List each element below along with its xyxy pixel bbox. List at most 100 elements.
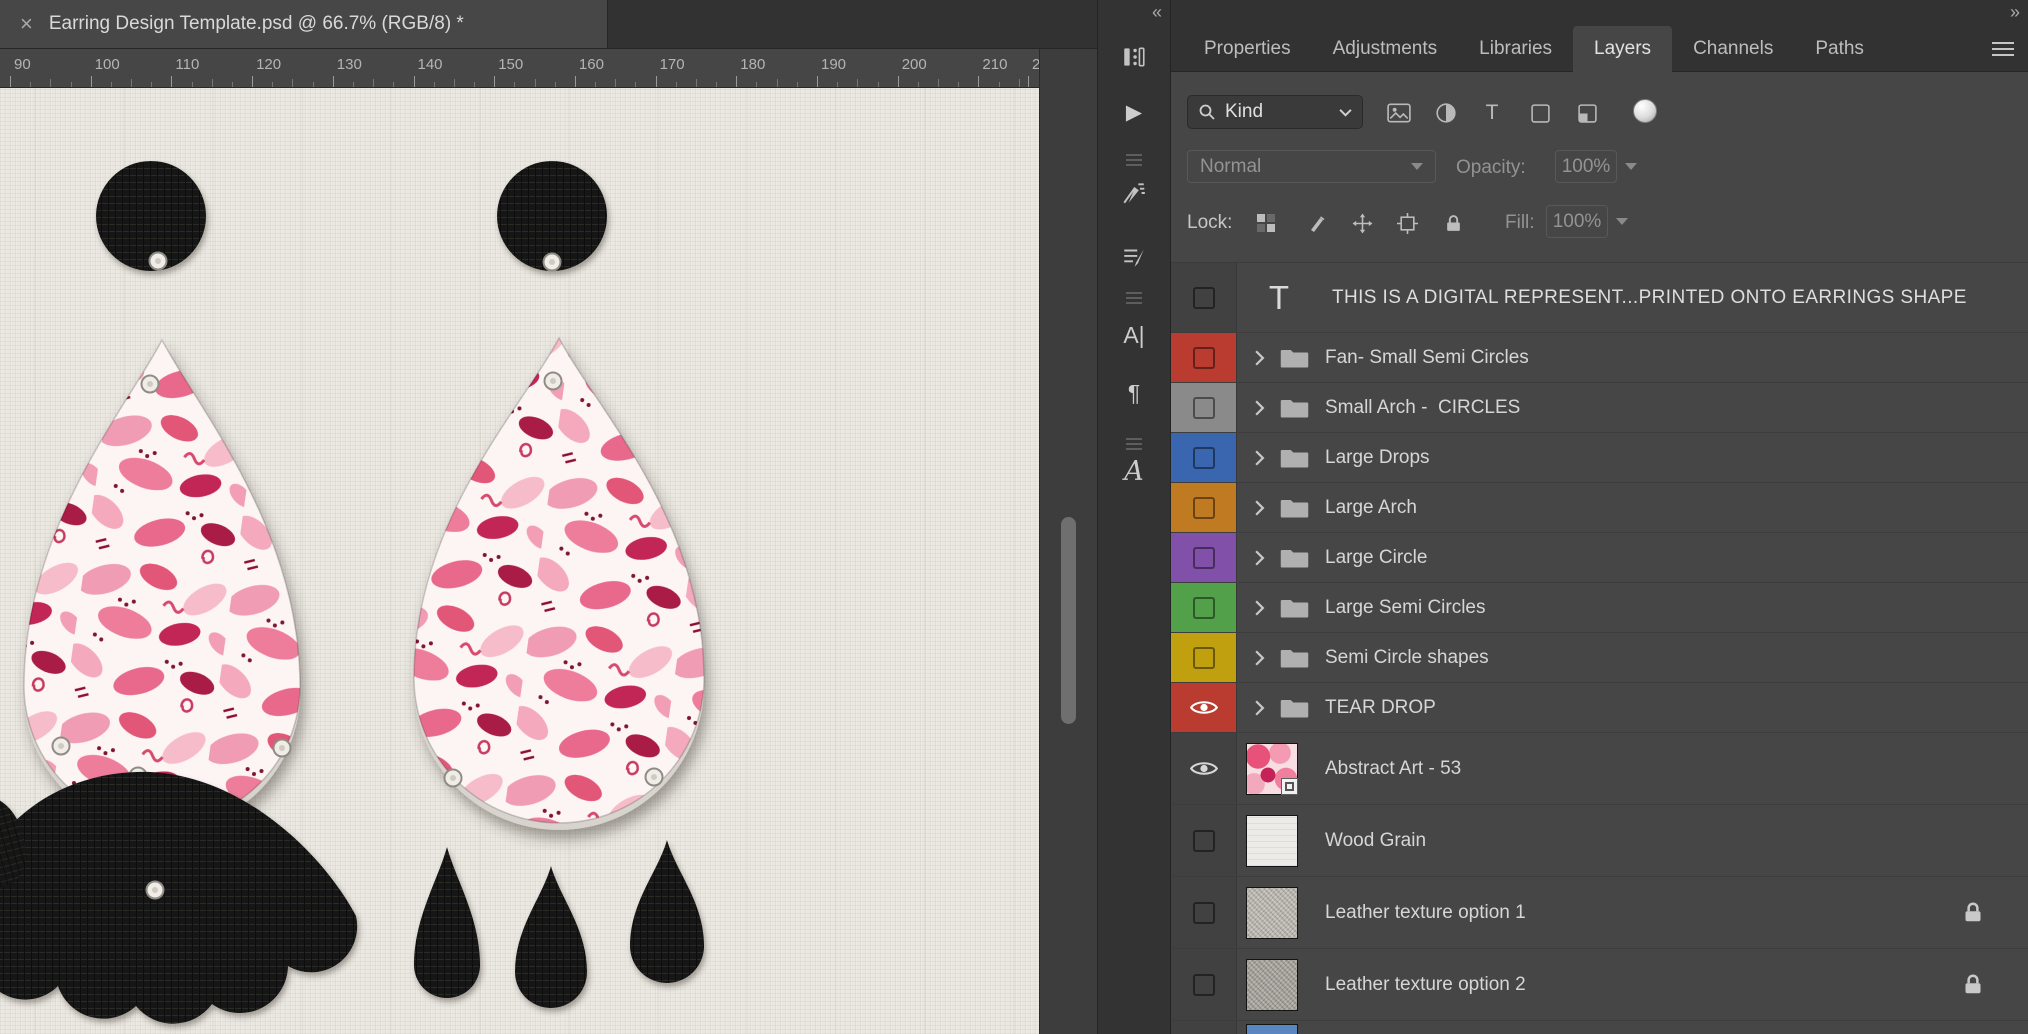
clone-source-panel-icon[interactable] (1121, 244, 1147, 270)
tab-channels[interactable]: Channels (1672, 26, 1794, 71)
disclosure-chevron-icon[interactable] (1253, 649, 1266, 667)
layer-row-fan-small-semi-circles[interactable]: Fan- Small Semi Circles (1171, 333, 2028, 383)
layer-name[interactable]: Large Semi Circles (1325, 597, 2028, 619)
visibility-well[interactable] (1171, 633, 1237, 682)
disclosure-chevron-icon[interactable] (1253, 349, 1266, 367)
visibility-well[interactable] (1171, 1021, 1237, 1034)
disclosure-chevron-icon[interactable] (1253, 549, 1266, 567)
visibility-well[interactable] (1171, 383, 1237, 432)
folder-icon (1280, 450, 1309, 468)
document-tab[interactable]: × Earring Design Template.psd @ 66.7% (R… (0, 0, 608, 48)
lock-position-icon[interactable] (1350, 211, 1374, 235)
actions-panel-icon[interactable]: ▶ (1126, 100, 1142, 125)
folder-icon (1280, 600, 1309, 618)
glyphs-panel-icon[interactable]: A (1124, 456, 1144, 487)
layer-row-large-drops[interactable]: Large Drops (1171, 433, 2028, 483)
brush-settings-panel-icon[interactable] (1121, 180, 1147, 206)
visibility-well[interactable] (1171, 533, 1237, 582)
layer-row-this-is-a-digital-represent-printed-onto[interactable]: T THIS IS A DIGITAL REPRESENT...PRINTED O… (1171, 263, 2028, 333)
layer-row-small-arch-circles[interactable]: Small Arch - CIRCLES (1171, 383, 2028, 433)
layer-name[interactable]: Large Arch (1325, 497, 2028, 519)
layer-row-large-circle[interactable]: Large Circle (1171, 533, 2028, 583)
close-document-icon[interactable]: × (20, 13, 33, 35)
smart-object-filter-icon[interactable] (1574, 100, 1600, 126)
tab-paths[interactable]: Paths (1794, 26, 1885, 71)
layer-name[interactable]: Large Circle (1325, 547, 2028, 569)
layer-thumbnail[interactable] (1246, 886, 1298, 939)
canvas[interactable] (0, 88, 1039, 1034)
layer-row-wood-grain[interactable]: Wood Grain (1171, 805, 2028, 877)
collapse-dock-icon[interactable]: « (1152, 2, 1162, 23)
lock-artboard-icon[interactable] (1395, 211, 1419, 235)
visibility-well[interactable] (1171, 733, 1237, 804)
layer-name[interactable]: Wood Grain (1325, 830, 2028, 852)
folder-icon (1280, 700, 1309, 718)
layer-row-abstract-art-53[interactable]: Abstract Art - 53 (1171, 733, 2028, 805)
tab-properties[interactable]: Properties (1183, 26, 1312, 71)
ruler-tick (756, 82, 758, 87)
visibility-well[interactable] (1171, 583, 1237, 632)
shape-layer-filter-icon[interactable] (1527, 100, 1553, 126)
disclosure-chevron-icon[interactable] (1253, 399, 1266, 417)
layer-thumbnail[interactable] (1246, 958, 1298, 1011)
layer-row-large-semi-circles[interactable]: Large Semi Circles (1171, 583, 2028, 633)
horizontal-ruler[interactable]: 90 100 110 120 130 140 150 160 170 180 190 200 210 22… (0, 49, 1039, 88)
layer-row-leather-texture-option-1[interactable]: Leather texture option 1 (1171, 877, 2028, 949)
visibility-well[interactable] (1171, 433, 1237, 482)
vertical-scrollbar[interactable] (1061, 517, 1076, 724)
visibility-well[interactable] (1171, 483, 1237, 532)
layer-thumbnail[interactable] (1246, 1024, 1298, 1034)
tab-label: Properties (1204, 37, 1291, 59)
character-panel-icon[interactable]: A| (1123, 322, 1144, 349)
visibility-well[interactable] (1171, 877, 1237, 948)
visibility-well[interactable] (1171, 333, 1237, 382)
filter-toggle-icon[interactable] (1633, 99, 1657, 123)
tab-adjustments[interactable]: Adjustments (1312, 26, 1459, 71)
layer-name[interactable]: Small Arch - CIRCLES (1325, 397, 2028, 419)
swatches-panel-icon[interactable] (1121, 44, 1147, 70)
disclosure-chevron-icon[interactable] (1253, 449, 1266, 467)
layer-thumbnail[interactable] (1246, 742, 1298, 795)
tab-libraries[interactable]: Libraries (1458, 26, 1573, 71)
layer-thumbnail[interactable] (1246, 814, 1298, 867)
dock-grip (1126, 154, 1142, 166)
visibility-well[interactable] (1171, 263, 1237, 332)
ruler-number: 140 (417, 56, 443, 73)
disclosure-chevron-icon[interactable] (1253, 599, 1266, 617)
ruler-tick (574, 76, 576, 87)
ruler-tick (817, 76, 818, 87)
layer-name[interactable]: Large Drops (1325, 447, 2028, 469)
lock-pixels-icon[interactable] (1306, 211, 1330, 235)
layer-row-large-arch[interactable]: Large Arch (1171, 483, 2028, 533)
disclosure-chevron-icon[interactable] (1253, 499, 1266, 517)
ruler-tick (514, 82, 516, 87)
lock-transparency-icon[interactable] (1254, 211, 1278, 235)
filter-kind-select[interactable]: Kind (1187, 95, 1363, 129)
disclosure-chevron-icon[interactable] (1253, 699, 1266, 717)
lock-all-icon[interactable] (1441, 211, 1465, 235)
visibility-well[interactable] (1171, 683, 1237, 732)
layer-row-content: Semi Circle shapes (1237, 633, 2028, 682)
layer-name[interactable]: Abstract Art - 53 (1325, 758, 2028, 780)
expand-dock-icon[interactable]: » (2010, 2, 2020, 23)
paragraph-panel-icon[interactable]: ¶ (1128, 380, 1140, 407)
visibility-well[interactable] (1171, 949, 1237, 1020)
panel-menu-icon[interactable] (1992, 41, 2014, 56)
layer-name[interactable]: TEAR DROP (1325, 697, 2028, 719)
visibility-well[interactable] (1171, 805, 1237, 876)
layer-row-partial[interactable] (1171, 1021, 2028, 1034)
pixel-layer-filter-icon[interactable] (1386, 100, 1412, 126)
layer-name[interactable]: Leather texture option 1 (1325, 902, 1963, 924)
type-layer-filter-icon[interactable]: T (1479, 100, 1505, 126)
layer-name[interactable]: Leather texture option 2 (1325, 974, 1963, 996)
layer-name[interactable]: Fan- Small Semi Circles (1325, 347, 2028, 369)
tab-layers[interactable]: Layers (1573, 26, 1673, 72)
layer-name[interactable]: Semi Circle shapes (1325, 647, 2028, 669)
layer-row-leather-texture-option-2[interactable]: Leather texture option 2 (1171, 949, 2028, 1021)
layer-row-semi-circle-shapes[interactable]: Semi Circle shapes (1171, 633, 2028, 683)
layer-name[interactable]: THIS IS A DIGITAL REPRESENT...PRINTED ON… (1332, 287, 2028, 309)
ruler-tick (151, 82, 153, 87)
ruler-tick (231, 82, 233, 87)
adjustment-layer-filter-icon[interactable] (1433, 100, 1459, 126)
layer-row-tear-drop[interactable]: TEAR DROP (1171, 683, 2028, 733)
